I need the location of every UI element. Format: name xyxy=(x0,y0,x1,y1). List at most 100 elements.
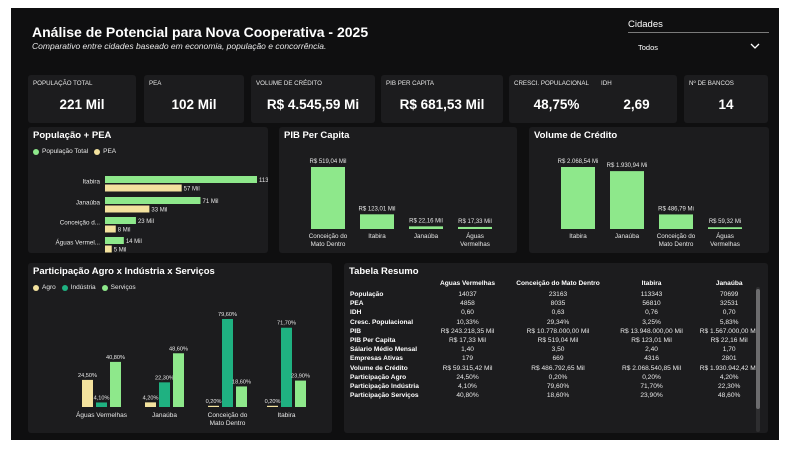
table-cell: 0,76 xyxy=(645,309,658,317)
city-slicer-dropdown[interactable]: Todos xyxy=(638,43,658,52)
kpi-label: PIB PER CAPITA xyxy=(386,80,435,87)
kpi-crescimento-populacional: CRESCI. POPULACIONAL 48,75% xyxy=(509,75,604,123)
column-header[interactable]: Conceição do Mato Dentro xyxy=(503,276,612,290)
data-label: 14 Mil xyxy=(126,239,142,245)
bar-indústria xyxy=(159,382,170,407)
bar-serviços xyxy=(110,361,121,407)
category-label: Mato Dentro xyxy=(210,420,246,427)
chevron-down-icon[interactable] xyxy=(749,40,761,52)
column-header[interactable]: Aguas Vermelhas xyxy=(432,276,504,290)
chart-pib-per-capita: PIB Per Capita R$ 519,04 Mil Conceição do… xyxy=(279,127,517,253)
data-label: 33 Mil xyxy=(151,207,167,213)
data-label: R$ 123,01 Mil xyxy=(358,206,395,212)
data-label: 71 Mil xyxy=(203,199,219,205)
table-cell: 4858 xyxy=(460,300,475,308)
kpi-value: R$ 4.545,59 Mi xyxy=(266,97,360,112)
table-cell: 113343 xyxy=(640,291,663,298)
data-label: 18,60% xyxy=(232,379,251,385)
kpi-value: 14 xyxy=(718,97,734,112)
row-label: Cresc. Populacional xyxy=(350,318,414,326)
table-cell: 3,50 xyxy=(551,346,565,354)
table-scrollbar[interactable] xyxy=(756,287,760,432)
bar-populacao xyxy=(105,217,136,224)
table-cell: 18,60% xyxy=(546,392,570,400)
table-row: Participação Indústria 4,10% 79,60% 71,70% 2… xyxy=(348,382,768,391)
table-cell: 0,20% xyxy=(548,373,568,381)
kpi-volume-credito: VOLUME DE CRÉDITO R$ 4.545,59 Mi xyxy=(251,75,375,123)
data-label: R$ 22,16 Mil xyxy=(409,218,443,224)
category-label: Conceição do xyxy=(657,233,696,240)
table-cell: 0,63 xyxy=(551,309,565,317)
table-row: Volume de Crédito R$ 59.315,42 Mil R$ 486.… xyxy=(348,364,768,373)
chart-populacao-pea-plot: Itabira 113 Mil 57 Mil Janaúba 71 Mil 33 Mil C… xyxy=(56,176,268,253)
chart-pib-plot: R$ 519,04 Mil Conceição doMato Dentro R$ 1… xyxy=(309,159,492,248)
data-label: R$ 2.068,54 Mi xyxy=(558,159,599,165)
kpi-value: R$ 681,53 Mil xyxy=(399,97,485,112)
category-label: Itabira xyxy=(368,233,386,240)
kpi-label: CRESCI. POPULACIONAL xyxy=(514,80,589,87)
table-cell: 0,20% xyxy=(642,373,661,381)
data-label: 0,20% xyxy=(206,399,222,405)
table-cell: 23,90% xyxy=(640,392,663,400)
bar-serviços xyxy=(236,386,247,407)
row-label: PIB xyxy=(350,327,361,335)
table-cell: 14037 xyxy=(458,291,477,298)
kpi-label: VOLUME DE CRÉDITO xyxy=(256,80,322,87)
row-label: Participação Indústria xyxy=(350,383,419,391)
bar-pea xyxy=(105,184,182,192)
table-cell: R$ 243.218,35 Mil xyxy=(440,327,495,335)
kpi-value: 48,75% xyxy=(533,97,580,112)
row-label: PIB Per Capita xyxy=(350,337,396,345)
kpi-value: 221 Mil xyxy=(59,97,105,112)
category-label: Águas xyxy=(466,231,484,240)
data-label: 48,60% xyxy=(169,346,188,352)
table-scrollbar-thumb[interactable] xyxy=(756,289,760,409)
kpi-numero-bancos: Nº DE BANCOS 14 xyxy=(684,75,768,123)
category-label: Mato Dentro xyxy=(311,241,346,248)
category-label: Mato Dentro xyxy=(659,241,694,248)
bar-populacao xyxy=(105,197,201,204)
summary-table-panel: Tabela Resumo Aguas Vermelhas Conceição d… xyxy=(344,263,768,433)
table-row: IDH 0,60 0,63 0,76 0,70 xyxy=(348,308,768,317)
table-cell: 79,60% xyxy=(546,383,570,391)
bar xyxy=(610,171,644,229)
table-row: PIB Per Capita R$ 17,33 Mil R$ 519,04 Mil R… xyxy=(348,336,768,345)
data-label: 23 Mil xyxy=(138,219,154,225)
table-cell: 3,25% xyxy=(642,318,661,326)
bar xyxy=(311,167,345,229)
table-cell: 179 xyxy=(462,355,474,363)
kpi-pea: PEA 102 Mil xyxy=(144,75,244,123)
data-label: 24,50% xyxy=(78,373,97,379)
bar-indústria xyxy=(96,402,107,407)
table-row: População 14037 23163 113343 70699 xyxy=(348,290,768,299)
category-label: Janaúba xyxy=(414,233,439,240)
category-label: Águas Vermelhas xyxy=(76,410,128,419)
row-label: Sálario Médio Mensal xyxy=(350,346,418,354)
category-label: Conceição do xyxy=(309,233,348,240)
table-cell: R$ 519,04 Mil xyxy=(537,337,579,345)
table-cell: R$ 59.315,42 Mil xyxy=(442,364,493,372)
data-label: R$ 1.930,94 Mi xyxy=(607,163,648,169)
kpi-label: PEA xyxy=(149,80,162,87)
table-cell: 71,70% xyxy=(640,383,663,391)
chart-setores-plot: 24,50% 4,10% 40,80% Águas Vermelhas 4,20% 22,… xyxy=(76,312,310,427)
chart-populacao-pea: População + PEA População Total PEA Itab… xyxy=(28,127,268,253)
table-cell: 23163 xyxy=(548,291,568,298)
table-cell: 669 xyxy=(552,355,564,363)
dashboard-frame: Análise de Potencial para Nova Cooperati… xyxy=(11,8,779,440)
table-cell: 10,33% xyxy=(456,318,479,326)
category-label: Águas xyxy=(716,231,734,240)
table-row: Sálario Médio Mensal 1,40 3,50 2,40 1,70 xyxy=(348,345,768,354)
kpi-value: 2,69 xyxy=(623,97,650,112)
category-label: Janaúba xyxy=(76,200,101,207)
summary-table: Aguas Vermelhas Conceição do Mato Dentro I… xyxy=(348,276,768,400)
data-label: R$ 17,33 Mil xyxy=(458,219,492,225)
column-header[interactable]: Itabira xyxy=(613,276,691,290)
table-cell: R$ 123,01 Mil xyxy=(631,337,672,345)
page-title: Análise de Potencial para Nova Cooperati… xyxy=(32,24,369,40)
slicer-divider xyxy=(628,32,769,33)
kpi-label: POPULAÇÃO TOTAL xyxy=(33,80,93,87)
column-header[interactable] xyxy=(348,276,432,290)
category-label: Águas Vermel... xyxy=(56,238,101,247)
kpi-label: IDH xyxy=(601,80,612,87)
